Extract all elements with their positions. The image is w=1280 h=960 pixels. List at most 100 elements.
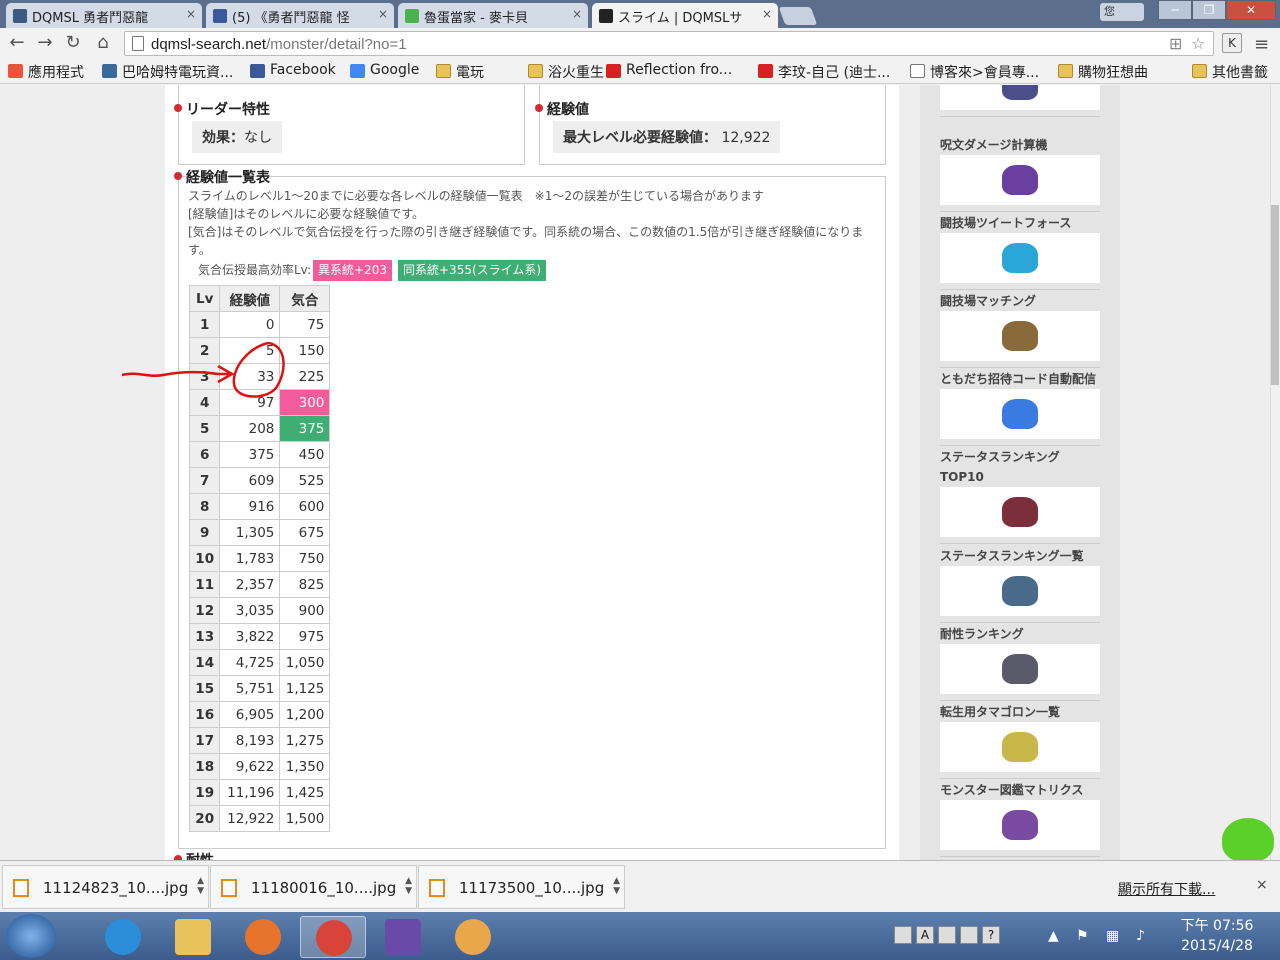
table-header-row: Lv 経験値 気合 (188, 285, 331, 312)
bookmark-folder[interactable]: 其他書籤 (1192, 62, 1268, 82)
col-header-kiai: 気合 (279, 285, 331, 312)
cell-lv: 19 (188, 779, 221, 806)
network-icon[interactable]: ▦ (1106, 928, 1119, 944)
tab-close-icon[interactable]: × (186, 7, 196, 21)
sidebar-link[interactable]: ステータスランキングTOP10 (940, 447, 1100, 544)
show-hidden-icons-icon[interactable]: ▲ (1048, 928, 1059, 944)
resistance-heading-text: 耐性 (186, 853, 214, 860)
page-scrollbar[interactable] (1270, 85, 1280, 860)
extension-icon[interactable]: K (1222, 33, 1242, 53)
table-row: 17 8,193 1,275 (188, 727, 331, 754)
sidebar-thumbnail (940, 722, 1100, 772)
sidebar-link[interactable]: 闘技場マッチング (940, 291, 1100, 368)
download-item[interactable]: 11180016_10....jpg ▲ ▼ (210, 865, 417, 909)
sidebar-link[interactable]: モンスター図鑑マトリクス (940, 780, 1100, 857)
file-explorer-icon (175, 919, 211, 955)
cell-exp: 2,357 (219, 571, 281, 598)
dropdown-arrow-icon[interactable]: ▲ ▼ (197, 876, 204, 896)
help-icon[interactable]: ? (982, 926, 1000, 944)
back-arrow-icon[interactable]: ← (6, 32, 28, 54)
sidebar-link[interactable]: 闘技場ツイートフォース (940, 213, 1100, 290)
taskbar-paint-button[interactable] (440, 916, 506, 958)
download-item[interactable]: 11124823_10....jpg ▲ ▼ (2, 865, 209, 909)
cell-lv: 12 (188, 597, 221, 624)
dropdown-arrow-icon[interactable]: ▲ ▼ (405, 876, 412, 896)
sidebar-link[interactable]: ステータスランキング一覧 (940, 546, 1100, 623)
bookmark-google[interactable]: Google (350, 62, 419, 78)
sidebar-link[interactable]: 耐性ランキング (940, 624, 1100, 701)
sidebar-link[interactable] (940, 85, 1100, 117)
taskbar-media-player-button[interactable] (230, 916, 296, 958)
cell-lv: 6 (188, 441, 221, 468)
cell-kiai: 525 (279, 467, 331, 494)
sidebar-link[interactable]: 呪文ダメージ計算機 (940, 135, 1100, 212)
close-downloads-bar-icon[interactable]: × (1256, 877, 1268, 893)
translate-icon[interactable]: ⊞ (1169, 34, 1182, 53)
minimize-button[interactable]: ─ (1158, 0, 1192, 20)
google-icon (350, 64, 365, 78)
windows-taskbar: A ? ▲ ⚑ ▦ ♪ 下午 07:56 2015/4/28 (0, 912, 1280, 960)
start-button[interactable] (6, 914, 56, 958)
bookmark-site[interactable]: 巴哈姆特電玩資... (102, 62, 233, 82)
maximize-button[interactable]: ❐ (1192, 0, 1226, 20)
tray-app-icon[interactable] (894, 926, 912, 944)
exp-table-heading: 経験値一覧表 (174, 167, 270, 187)
sidebar: 呪文ダメージ計算機 闘技場ツイートフォース 闘技場マッチング ともだち招待コード自動配… (920, 85, 1120, 860)
taskbar-clock[interactable]: 下午 07:56 2015/4/28 (1172, 916, 1262, 956)
bookmark-folder[interactable]: 購物狂想曲 (1058, 62, 1148, 82)
tray-window-icon[interactable] (938, 926, 956, 944)
new-tab-button[interactable] (778, 7, 818, 25)
taskbar-file-explorer-button[interactable] (160, 916, 226, 958)
tab-label: 魯蛋當家 - 麥卡貝 (424, 11, 528, 26)
sidebar-thumbnail (940, 311, 1100, 361)
download-filename: 11180016_10....jpg (251, 879, 397, 897)
sidebar-link[interactable]: 転生用タマゴロン一覧 (940, 702, 1100, 779)
taskbar-internet-explorer-button[interactable] (90, 916, 156, 958)
sidebar-divider (940, 778, 1100, 779)
bookmark-apps[interactable]: 應用程式 (8, 62, 84, 82)
home-icon[interactable]: ⌂ (92, 32, 114, 54)
sidebar-divider (940, 622, 1100, 623)
youtube-icon (606, 64, 621, 78)
browser-tab[interactable]: スライム | DQMSLサ × (592, 3, 778, 28)
table-row: 8 916 600 (188, 493, 331, 520)
action-center-flag-icon[interactable]: ⚑ (1076, 928, 1089, 944)
bookmark-facebook[interactable]: Facebook (250, 62, 336, 78)
browser-tab[interactable]: DQMSL 勇者鬥惡龍 × (6, 3, 202, 28)
bookmark-youtube[interactable]: Reflection fro... (606, 62, 732, 78)
tab-close-icon[interactable]: × (572, 7, 582, 21)
browser-tab[interactable]: (5) 《勇者鬥惡龍 怪 × (206, 3, 394, 28)
cell-kiai: 600 (279, 493, 331, 520)
col-header-exp: 経験値 (219, 285, 281, 312)
tray-keyboard-icon[interactable] (960, 926, 978, 944)
profile-button[interactable]: 您 (1100, 3, 1144, 21)
bookmark-folder[interactable]: 電玩 (436, 62, 484, 82)
reload-icon[interactable]: ↻ (62, 32, 84, 54)
ime-icon[interactable]: A (916, 926, 934, 944)
dropdown-arrow-icon[interactable]: ▲ ▼ (613, 876, 620, 896)
cell-lv: 18 (188, 753, 221, 780)
bookmark-label: 李玟-自己 (迪士... (778, 65, 891, 81)
download-item[interactable]: 11173500_10....jpg ▲ ▼ (418, 865, 625, 909)
cell-exp: 4,725 (219, 649, 281, 676)
close-window-button[interactable]: ✕ (1226, 0, 1276, 20)
address-bar[interactable]: dqmsl-search.net/monster/detail?no=1 ⊞ ☆ (124, 31, 1214, 56)
menu-icon[interactable]: ≡ (1254, 34, 1269, 55)
show-all-downloads-link[interactable]: 顯示所有下載... (1118, 879, 1215, 899)
url-text[interactable]: dqmsl-search.net/monster/detail?no=1 (151, 36, 407, 53)
browser-tab[interactable]: 魯蛋當家 - 麥卡貝 × (398, 3, 588, 28)
tab-close-icon[interactable]: × (378, 7, 388, 21)
tab-close-icon[interactable]: × (762, 7, 772, 21)
forward-arrow-icon[interactable]: → (34, 32, 56, 54)
volume-icon[interactable]: ♪ (1136, 928, 1145, 944)
sidebar-link[interactable]: ともだち招待コード自動配信 (940, 369, 1100, 446)
scrollbar-thumb[interactable] (1271, 205, 1279, 385)
slime-mascot-icon[interactable] (1222, 818, 1274, 862)
bookmark-star-icon[interactable]: ☆ (1191, 34, 1205, 53)
downloads-bar: 11124823_10....jpg ▲ ▼ 11180016_10....jpg ▲… (0, 860, 1280, 912)
bookmark-page[interactable]: 博客來>會員專... (910, 62, 1039, 82)
download-filename: 11124823_10....jpg (43, 879, 189, 897)
taskbar-chrome-button[interactable] (300, 916, 366, 958)
bookmark-youtube[interactable]: 李玟-自己 (迪士... (758, 62, 890, 82)
taskbar-visual-studio-button[interactable] (370, 916, 436, 958)
